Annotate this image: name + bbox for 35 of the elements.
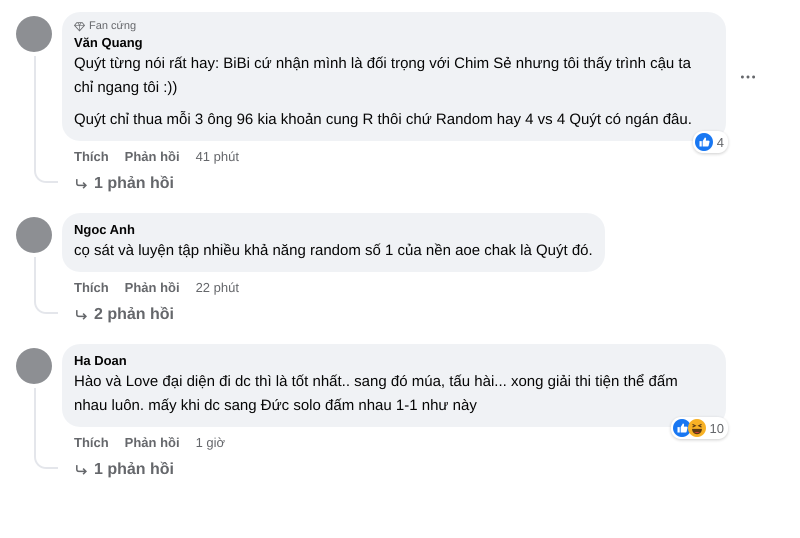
view-replies-link[interactable]: 2 phản hồi (94, 306, 174, 324)
reply-link[interactable]: Phản hồi (124, 435, 180, 451)
diamond-icon (74, 20, 85, 32)
author-name[interactable]: Ngoc Anh (74, 221, 593, 239)
comment-text: cọ sát và luyện tập nhiều khả năng random số 1 của nền aoe chak là Quýt đó. (74, 241, 593, 261)
badge-label: Fan cứng (89, 20, 136, 32)
timestamp[interactable]: 22 phút (196, 280, 239, 296)
avatar[interactable] (16, 16, 52, 52)
reply-link[interactable]: Phản hồi (124, 149, 180, 165)
avatar[interactable] (16, 217, 52, 253)
like-link[interactable]: Thích (74, 280, 109, 296)
thumbs-up-icon (672, 419, 691, 437)
comment-text: Quýt từng nói rất hay: BiBi cứ nhận mình là đối trọng với Chim Sẻ nhưng tôi thấy trình cậu ta chỉ ngang tôi :)) (74, 54, 692, 98)
reply-link[interactable]: Phản hồi (124, 280, 180, 296)
avatar[interactable] (16, 348, 52, 384)
comment-text: Quýt chỉ thua mỗi 3 ông 96 kia khoản cung R thôi chứ Random hay 4 vs 4 Quýt có ngán đâu. (74, 110, 693, 130)
timestamp[interactable]: 41 phút (196, 149, 239, 165)
author-name[interactable]: Ha Doan (74, 352, 714, 370)
reaction-count: 10 (710, 420, 724, 436)
like-link[interactable]: Thích (74, 435, 109, 451)
reply-arrow-icon (74, 308, 88, 322)
author-name[interactable]: Văn Quang (74, 34, 714, 52)
comment-text: Hào và Love đại diện đi dc thì là tốt nhất.. sang đó múa, tấu hài... xong giải thi tiện thể đấm nhau luôn. mấy khi dc sang Đức solo đấm nhau 1-1 như này (74, 372, 679, 416)
laughing-face-icon (688, 419, 706, 437)
timestamp[interactable]: 1 giờ (196, 435, 226, 451)
reaction-count: 4 (716, 134, 724, 150)
reply-arrow-icon (74, 463, 88, 477)
view-replies-link[interactable]: 1 phản hồi (94, 175, 174, 193)
thread-line (34, 257, 58, 314)
view-replies-link[interactable]: 1 phản hồi (94, 461, 174, 479)
reaction-count-pill[interactable]: 4 (692, 131, 728, 153)
reaction-count-pill[interactable]: 10 (670, 417, 728, 439)
thumbs-up-icon (694, 133, 713, 151)
like-link[interactable]: Thích (74, 149, 109, 165)
reply-arrow-icon (74, 177, 88, 191)
